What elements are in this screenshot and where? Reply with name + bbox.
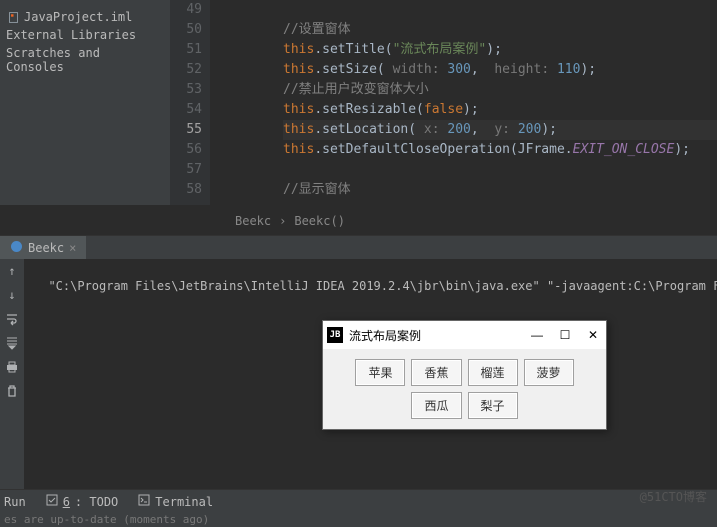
scroll-end-icon[interactable]: [4, 335, 20, 351]
line-number: 54: [170, 100, 202, 120]
terminal-tool-window-button[interactable]: Terminal: [138, 494, 213, 509]
line-number: 50: [170, 20, 202, 40]
java-button[interactable]: 菠萝: [524, 359, 574, 386]
chevron-right-icon: ›: [279, 214, 286, 228]
code-comment: //禁止用户改变窗体大小: [283, 82, 429, 97]
java-button[interactable]: 榴莲: [468, 359, 518, 386]
project-item-label: JavaProject.iml: [24, 10, 132, 24]
line-number: 51: [170, 40, 202, 60]
project-item-label: External Libraries: [6, 28, 136, 42]
java-window-body: 苹果 香蕉 榴莲 菠萝 西瓜 梨子: [323, 349, 606, 429]
print-icon[interactable]: [4, 359, 20, 375]
breadcrumb: Beekc › Beekc(): [210, 210, 345, 232]
line-number: 57: [170, 160, 202, 180]
code-comment: //显示窗体: [283, 182, 351, 197]
line-number: 56: [170, 140, 202, 160]
line-number: 49: [170, 0, 202, 20]
java-button[interactable]: 梨子: [468, 392, 518, 419]
console-tab[interactable]: Beekc ×: [0, 236, 86, 260]
close-icon[interactable]: ×: [69, 241, 76, 255]
java-button[interactable]: 西瓜: [411, 392, 461, 419]
trash-icon[interactable]: [4, 383, 20, 399]
console-line: "C:\Program Files\JetBrains\IntelliJ IDE…: [48, 279, 717, 293]
line-number: 58: [170, 180, 202, 200]
checkbox-icon: [46, 494, 58, 509]
todo-tool-window-button[interactable]: 6: TODO: [46, 494, 119, 509]
bottom-tool-bar: Run 6: TODO Terminal: [0, 489, 717, 513]
line-number: 52: [170, 60, 202, 80]
java-titlebar[interactable]: JB 流式布局案例 — ☐ ✕: [323, 321, 606, 349]
project-item-iml[interactable]: JavaProject.iml: [0, 8, 170, 26]
java-window-title: 流式布局案例: [349, 327, 530, 344]
terminal-icon: [138, 494, 150, 509]
project-item-scratches[interactable]: Scratches and Consoles: [0, 44, 170, 76]
java-button[interactable]: 香蕉: [411, 359, 461, 386]
arrow-down-icon[interactable]: ↓: [4, 287, 20, 303]
close-icon[interactable]: ✕: [586, 328, 600, 342]
class-icon: [10, 240, 23, 256]
java-app-icon: JB: [327, 327, 343, 343]
java-button[interactable]: 苹果: [355, 359, 405, 386]
editor-gutter: 49 50 51 52 53 54 55 56 57 58: [170, 0, 210, 205]
watermark: @51CTO博客: [640, 488, 707, 505]
code-comment: //设置窗体: [283, 22, 351, 37]
project-item-external-libs[interactable]: External Libraries: [0, 26, 170, 44]
wrap-icon[interactable]: [4, 311, 20, 327]
breadcrumb-item[interactable]: Beekc(): [294, 214, 345, 228]
run-tool-window-button[interactable]: Run: [4, 495, 26, 509]
line-number-current: 55: [170, 120, 202, 140]
line-number: 53: [170, 80, 202, 100]
file-icon: [6, 10, 20, 24]
console-tab-bar: Beekc ×: [0, 235, 717, 259]
status-text: es are up-to-date (moments ago): [4, 513, 209, 526]
run-toolbar: ↑ ↓: [0, 259, 24, 489]
status-bar: es are up-to-date (moments ago): [0, 513, 717, 527]
code-editor[interactable]: //设置窗体 this.setTitle("流式布局案例"); this.set…: [210, 0, 717, 205]
console-tab-label: Beekc: [28, 241, 64, 255]
arrow-up-icon[interactable]: ↑: [4, 263, 20, 279]
project-panel: JavaProject.iml External Libraries Scrat…: [0, 0, 170, 205]
breadcrumb-item[interactable]: Beekc: [235, 214, 271, 228]
project-item-label: Scratches and Consoles: [6, 46, 164, 74]
java-app-window[interactable]: JB 流式布局案例 — ☐ ✕ 苹果 香蕉 榴莲 菠萝 西瓜 梨子: [322, 320, 607, 430]
minimize-icon[interactable]: —: [530, 328, 544, 342]
maximize-icon[interactable]: ☐: [558, 328, 572, 342]
